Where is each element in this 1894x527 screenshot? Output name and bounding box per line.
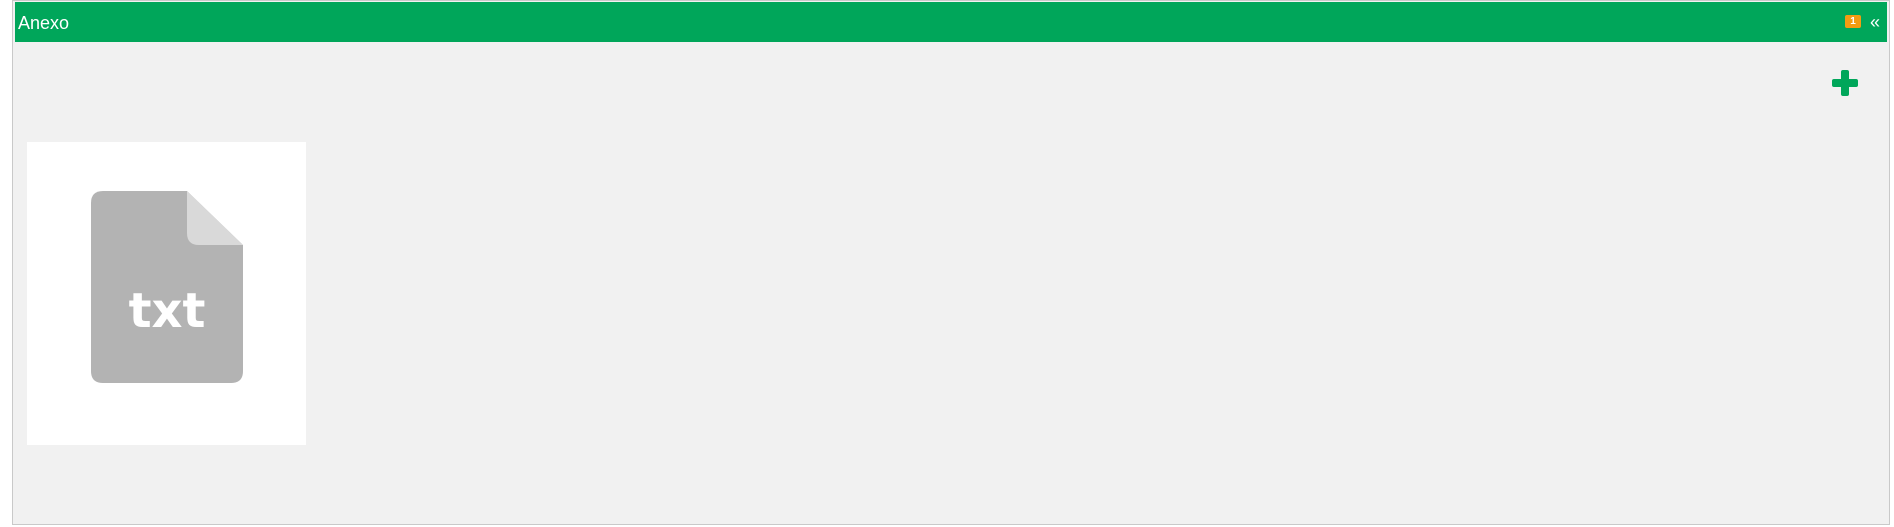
file-extension-label: txt — [129, 283, 206, 339]
collapse-button[interactable]: « — [1868, 12, 1882, 32]
panel-title: Anexo — [18, 13, 70, 33]
attachment-item[interactable]: txt — [27, 142, 306, 445]
add-attachment-button[interactable] — [1830, 68, 1860, 98]
attachment-count-badge: 1 — [1845, 15, 1861, 28]
attachments-panel: Anexo 1 « txt — [12, 0, 1890, 525]
txt-file-icon: txt — [91, 191, 243, 383]
panel-header: Anexo 1 « — [15, 2, 1887, 42]
plus-icon — [1832, 70, 1858, 96]
